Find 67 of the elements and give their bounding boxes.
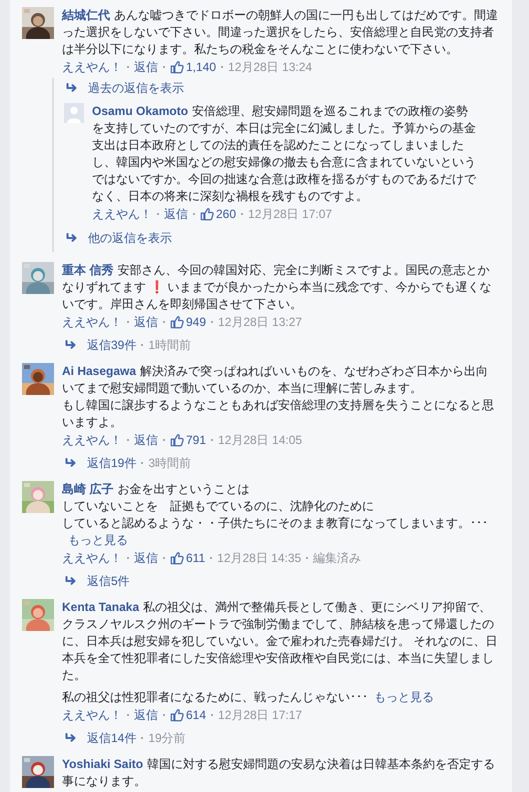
thumbs-up-icon: [200, 207, 214, 221]
author-name[interactable]: Kenta Tanaka: [62, 600, 140, 614]
author-name[interactable]: Yoshiaki Saito: [62, 757, 144, 771]
view-previous-replies-link[interactable]: 過去の返信を表示: [88, 80, 184, 96]
comment-text: Yoshiaki Saito 韓国に対する慰安婦問題の安易な決着は日韓基本条約を否定する事になります。: [62, 756, 496, 790]
like-link[interactable]: ええやん！: [92, 206, 152, 222]
like-count-link[interactable]: 611: [170, 550, 206, 566]
like-link[interactable]: ええやん！: [62, 707, 122, 723]
see-more-link[interactable]: もっと見る: [68, 533, 128, 547]
replies-count-link[interactable]: 返信14件: [87, 730, 136, 746]
replies-count-link[interactable]: 返信5件: [87, 573, 130, 589]
like-count-link[interactable]: 791: [170, 432, 206, 448]
like-link[interactable]: ええやん！: [62, 314, 122, 330]
reply-arrow-icon: [65, 733, 77, 743]
like-link[interactable]: ええやん！: [62, 432, 122, 448]
view-more-replies-link[interactable]: 他の返信を表示: [88, 230, 172, 246]
timestamp: 12月28日 13:27: [218, 314, 302, 330]
comment-text: Kenta Tanaka 私の祖父は、満州で整備兵長として働き、更にシベリア抑留で、クラスノヤルスク州のギートラで強制労働までして、肺結核を患って帰還したのに、日本兵は慰安婦を犯していない。金で雇われた売春婦だけ。 それなのに、日本兵を全て性犯罪者にした安倍総理や安倍政権や自民党には、本当に失望しました。: [62, 599, 498, 684]
reply-arrow-icon: [65, 340, 77, 350]
replies-count-link[interactable]: 返信19件: [87, 455, 136, 471]
author-name[interactable]: 島崎 広子: [62, 482, 114, 496]
reply-link[interactable]: 返信: [134, 707, 158, 723]
like-count-link[interactable]: 614: [170, 707, 206, 723]
reply-arrow-icon: [65, 576, 77, 586]
edited-label: 編集済み: [313, 550, 362, 566]
comment-text: 私の祖父は性犯罪者になるために、戦ったんじゃない･･･ もっと見る: [62, 689, 435, 706]
see-more-link[interactable]: もっと見る: [374, 690, 434, 704]
reply-link[interactable]: 返信: [134, 432, 158, 448]
timestamp: 12月28日 17:07: [248, 206, 332, 222]
like-link[interactable]: ええやん！: [62, 59, 122, 75]
replies-count-link[interactable]: 返信39件: [87, 337, 136, 353]
reply-time: 3時間前: [148, 455, 192, 471]
reply-time: 1時間前: [148, 337, 192, 353]
thumbs-up-icon: [170, 60, 184, 74]
reply-arrow-icon: [66, 83, 78, 93]
reply-link[interactable]: 返信: [134, 550, 158, 566]
comment-text: 結城仁代 あんな嘘つきでドロボーの朝鮮人の国に一円も出してはだめです。間違った選択をしないで下さい。間違った選択をしたら、安倍総理と自民党の支持者は半分以下になります。私たちの税金をそんなことに使わないで下さい。: [62, 7, 498, 58]
thumbs-up-icon: [170, 433, 184, 447]
reply-link[interactable]: 返信: [164, 206, 188, 222]
reply-link[interactable]: 返信: [134, 59, 158, 75]
like-count-link[interactable]: 949: [170, 314, 206, 330]
thumbs-up-icon: [170, 708, 184, 722]
author-name[interactable]: Ai Hasegawa: [62, 364, 136, 378]
comment-text: 重本 信秀 安部さん、今回の韓国対応、完全に判断ミスですよ。国民の意志とかなりずれてます ❗ いままでが良かったから本当に残念です、今からでも遅くないです。岸田さんを即刻帰国させて下さい。: [62, 262, 493, 313]
thumbs-up-icon: [170, 315, 184, 329]
author-name[interactable]: 結城仁代: [62, 8, 110, 22]
reply-arrow-icon: [65, 458, 77, 468]
thumbs-up-icon: [170, 551, 184, 565]
like-count-link[interactable]: 1,140: [170, 59, 216, 75]
comment-text: していると認めるような・・子供たちにそのまま教育になってしまいます。･･･ もっと見る: [62, 515, 489, 549]
timestamp: 12月28日 17:17: [218, 707, 302, 723]
reply-text: Osamu Okamoto 安倍総理、慰安婦問題を巡るこれまでの政権の姿勢を支持していたのですが、本日は完全に幻滅しました。予算からの基金支出は日本政府としての法的責任を認めたことになってしまいましたし、韓国内や米国などの慰安婦像の撤去も合意に含まれていないというではないですか。今回の拙速な合意は政権を揺るがすものであるだけでなく、日本の将来に深刻な禍根を残すものですよ。: [92, 103, 478, 205]
comment-text: Ai Hasegawa 解決済みで突っぱねればいいものを、なぜわざわざ日本から出向いてまで慰安婦問題で動いているのか、本当に理解に苦しみます。: [62, 363, 490, 397]
author-name[interactable]: 重本 信秀: [62, 263, 114, 277]
comment-text: もし韓国に譲歩するようなこともあれば安倍総理の支持層を失うことになると思いますよ。: [62, 397, 495, 431]
comment-text: 島崎 広子 お金を出すということは: [62, 481, 250, 498]
timestamp: 12月28日 14:35: [217, 550, 302, 566]
author-name[interactable]: Osamu Okamoto: [92, 104, 188, 118]
comment-text: していないことを 証拠もでているのに、沈静化のために: [62, 498, 375, 515]
like-count-link[interactable]: 260: [200, 206, 236, 222]
reply-arrow-icon: [66, 233, 78, 243]
timestamp: 12月28日 14:05: [218, 432, 302, 448]
timestamp: 12月28日 13:24: [228, 59, 312, 75]
avatar-icon: [64, 103, 84, 123]
reply-link[interactable]: 返信: [134, 314, 158, 330]
reply-time: 19分前: [148, 730, 186, 746]
like-link[interactable]: ええやん！: [62, 550, 122, 566]
